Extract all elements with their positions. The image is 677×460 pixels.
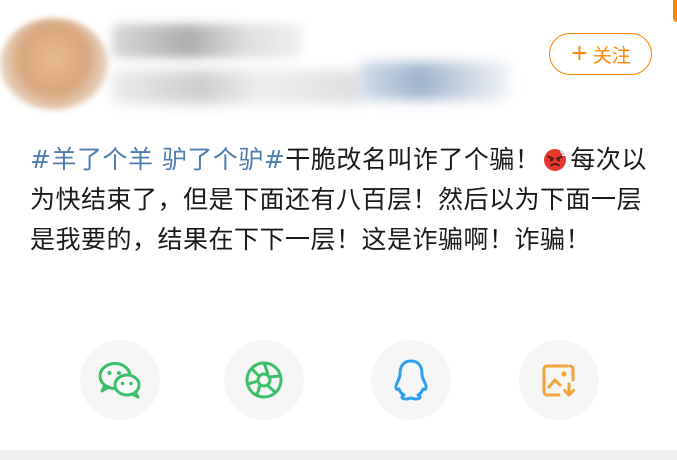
post-text-line1-tail: 每 <box>570 145 596 174</box>
username-blurred[interactable] <box>112 24 302 58</box>
bottom-divider <box>0 450 677 460</box>
avatar[interactable] <box>0 18 108 110</box>
save-image-button[interactable] <box>519 340 599 420</box>
share-moments-button[interactable] <box>224 340 304 420</box>
moments-icon <box>245 361 283 399</box>
save-image-icon <box>542 364 575 397</box>
share-qq-button[interactable] <box>371 340 451 420</box>
topic-link[interactable]: #羊了个羊 驴了个驴# <box>30 145 285 174</box>
post-meta-blurred <box>112 70 362 104</box>
wechat-icon <box>98 362 141 399</box>
post-text: #羊了个羊 驴了个驴#干脆改名叫诈了个骗！ 每次以为快结束了，但是下面还有八百层… <box>30 140 650 260</box>
source-meta-blurred <box>360 62 510 100</box>
plus-icon: + <box>570 41 589 66</box>
qq-icon <box>394 359 428 401</box>
accent-edge <box>673 0 677 22</box>
follow-button[interactable]: + 关注 <box>549 33 652 75</box>
angry-face-icon <box>544 149 567 171</box>
follow-label: 关注 <box>592 44 631 67</box>
post-card: + 关注 #羊了个羊 驴了个驴#干脆改名叫诈了个骗！ 每次以为快结束了，但是下面… <box>0 0 677 450</box>
share-wechat-button[interactable] <box>80 340 160 420</box>
post-text-line1: 干脆改名叫诈了个骗！ <box>285 145 541 174</box>
